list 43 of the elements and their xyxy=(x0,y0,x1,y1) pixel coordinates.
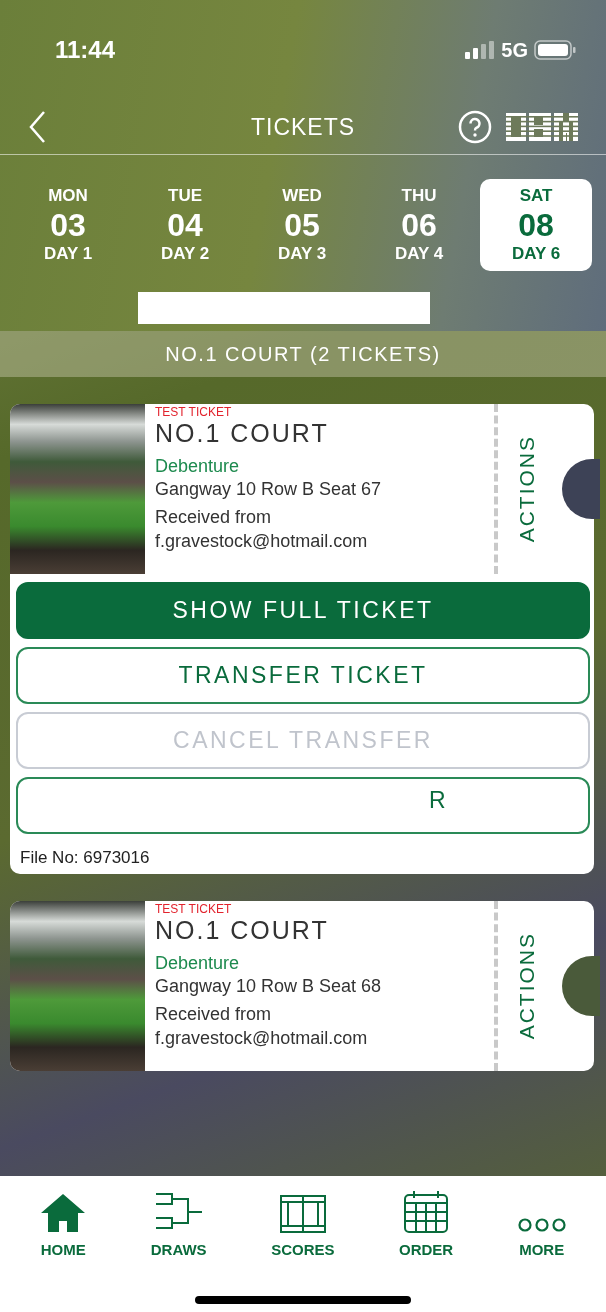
nav-item[interactable]: DRAWS xyxy=(150,1190,207,1258)
home-icon xyxy=(40,1193,87,1233)
nav-item[interactable]: HOME xyxy=(40,1190,87,1258)
day-tab[interactable]: WED 05 DAY 3 xyxy=(246,179,358,271)
back-button[interactable] xyxy=(28,110,46,144)
page-title: TICKETS xyxy=(250,113,356,141)
logo-icon xyxy=(506,113,578,141)
sender-email: f.gravestock@hotmail.com xyxy=(155,1027,369,1050)
nav-item[interactable]: MORE xyxy=(517,1190,566,1258)
file-number: File No: 6973016 xyxy=(19,847,151,868)
test-ticket-label: TEST TICKET xyxy=(155,406,233,419)
action-button[interactable]: R xyxy=(16,777,590,834)
day-tab[interactable]: SAT 08 DAY 6 xyxy=(480,179,592,271)
actions-tab[interactable]: ACTIONS xyxy=(494,901,556,1071)
day-tab[interactable]: MON 03 DAY 1 xyxy=(12,179,124,271)
ticket-notch xyxy=(562,956,600,1016)
court-name: NO.1 COURT xyxy=(155,419,330,447)
ticket-category: Debenture xyxy=(155,455,241,477)
section-header: NO.1 COURT (2 TICKETS) xyxy=(0,331,606,377)
day-tab[interactable]: TUE 04 DAY 2 xyxy=(129,179,241,271)
signal-icon xyxy=(465,41,496,59)
nav-item[interactable]: ORDER xyxy=(399,1190,454,1258)
sender-email: f.gravestock@hotmail.com xyxy=(155,530,369,553)
network-label: 5G xyxy=(501,38,528,62)
nav-item[interactable]: SCORES xyxy=(271,1190,335,1258)
scoreboard-icon xyxy=(279,1195,326,1233)
test-ticket-label: TEST TICKET xyxy=(155,903,233,916)
actions-tab[interactable]: ACTIONS xyxy=(494,404,556,574)
more-icon xyxy=(517,1217,566,1233)
seat-info: Gangway 10 Row B Seat 68 xyxy=(155,975,383,998)
received-label: Received from xyxy=(155,1003,273,1026)
day-tab[interactable]: THU 06 DAY 4 xyxy=(363,179,475,271)
ticket-notch xyxy=(562,459,600,519)
show-ticket-button[interactable]: SHOW FULL TICKET xyxy=(16,582,590,639)
calendar-icon xyxy=(404,1191,449,1233)
help-icon[interactable] xyxy=(458,110,492,144)
seat-info: Gangway 10 Row B Seat 67 xyxy=(155,478,383,501)
ticket-category: Debenture xyxy=(155,952,241,974)
status-time: 11:44 xyxy=(55,36,116,64)
action-button[interactable]: TRANSFER TICKET xyxy=(16,647,590,704)
received-label: Received from xyxy=(155,506,273,529)
court-name: NO.1 COURT xyxy=(155,916,330,944)
battery-icon xyxy=(534,40,576,60)
